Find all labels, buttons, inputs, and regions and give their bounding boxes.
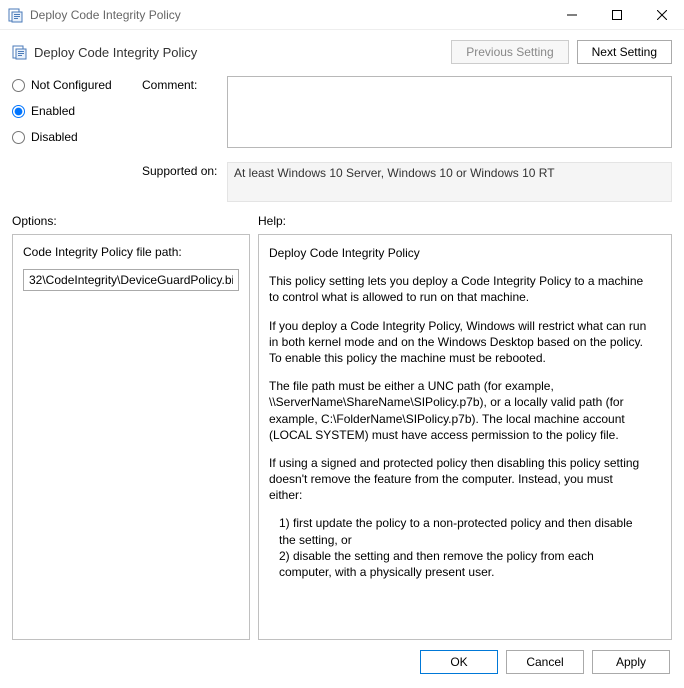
next-setting-button[interactable]: Next Setting <box>577 40 672 64</box>
previous-setting-button[interactable]: Previous Setting <box>451 40 568 64</box>
comment-block: Comment: <box>142 76 672 148</box>
radio-enabled-label: Enabled <box>31 104 75 118</box>
close-button[interactable] <box>639 0 684 30</box>
radio-enabled-input[interactable] <box>12 105 25 118</box>
comment-label: Comment: <box>142 76 227 148</box>
radio-disabled-label: Disabled <box>31 130 78 144</box>
app-icon <box>8 7 24 23</box>
maximize-button[interactable] <box>594 0 639 30</box>
titlebar: Deploy Code Integrity Policy <box>0 0 684 30</box>
dialog-title: Deploy Code Integrity Policy <box>34 45 443 60</box>
supported-label: Supported on: <box>142 162 227 202</box>
pane-labels: Options: Help: <box>0 214 684 234</box>
dialog-header: Deploy Code Integrity Policy Previous Se… <box>0 30 684 68</box>
options-label: Options: <box>12 214 258 228</box>
comment-input[interactable] <box>227 76 672 148</box>
help-p3: The file path must be either a UNC path … <box>269 378 649 443</box>
file-path-label: Code Integrity Policy file path: <box>23 245 239 259</box>
state-radios: Not Configured Enabled Disabled <box>12 76 142 214</box>
file-path-input[interactable] <box>23 269 239 291</box>
help-p2: If you deploy a Code Integrity Policy, W… <box>269 318 649 367</box>
minimize-button[interactable] <box>549 0 594 30</box>
state-area: Not Configured Enabled Disabled Comment:… <box>0 68 684 214</box>
ok-button[interactable]: OK <box>420 650 498 674</box>
radio-enabled[interactable]: Enabled <box>12 104 142 118</box>
help-title: Deploy Code Integrity Policy <box>269 245 649 261</box>
options-pane: Code Integrity Policy file path: <box>12 234 250 640</box>
radio-not-configured-input[interactable] <box>12 79 25 92</box>
help-li2: 2) disable the setting and then remove t… <box>269 548 649 580</box>
cancel-button[interactable]: Cancel <box>506 650 584 674</box>
radio-not-configured-label: Not Configured <box>31 78 112 92</box>
radio-disabled-input[interactable] <box>12 131 25 144</box>
supported-block: Supported on: At least Windows 10 Server… <box>142 162 672 202</box>
policy-icon <box>12 44 28 60</box>
apply-button[interactable]: Apply <box>592 650 670 674</box>
window-controls <box>549 0 684 30</box>
window-title: Deploy Code Integrity Policy <box>30 8 549 22</box>
footer-buttons: OK Cancel Apply <box>0 640 684 688</box>
help-label: Help: <box>258 214 672 228</box>
help-p1: This policy setting lets you deploy a Co… <box>269 273 649 305</box>
radio-not-configured[interactable]: Not Configured <box>12 78 142 92</box>
help-li1: 1) first update the policy to a non-prot… <box>269 515 649 547</box>
radio-disabled[interactable]: Disabled <box>12 130 142 144</box>
supported-text: At least Windows 10 Server, Windows 10 o… <box>227 162 672 202</box>
panes: Code Integrity Policy file path: Deploy … <box>0 234 684 640</box>
help-p4: If using a signed and protected policy t… <box>269 455 649 504</box>
help-pane[interactable]: Deploy Code Integrity Policy This policy… <box>258 234 672 640</box>
